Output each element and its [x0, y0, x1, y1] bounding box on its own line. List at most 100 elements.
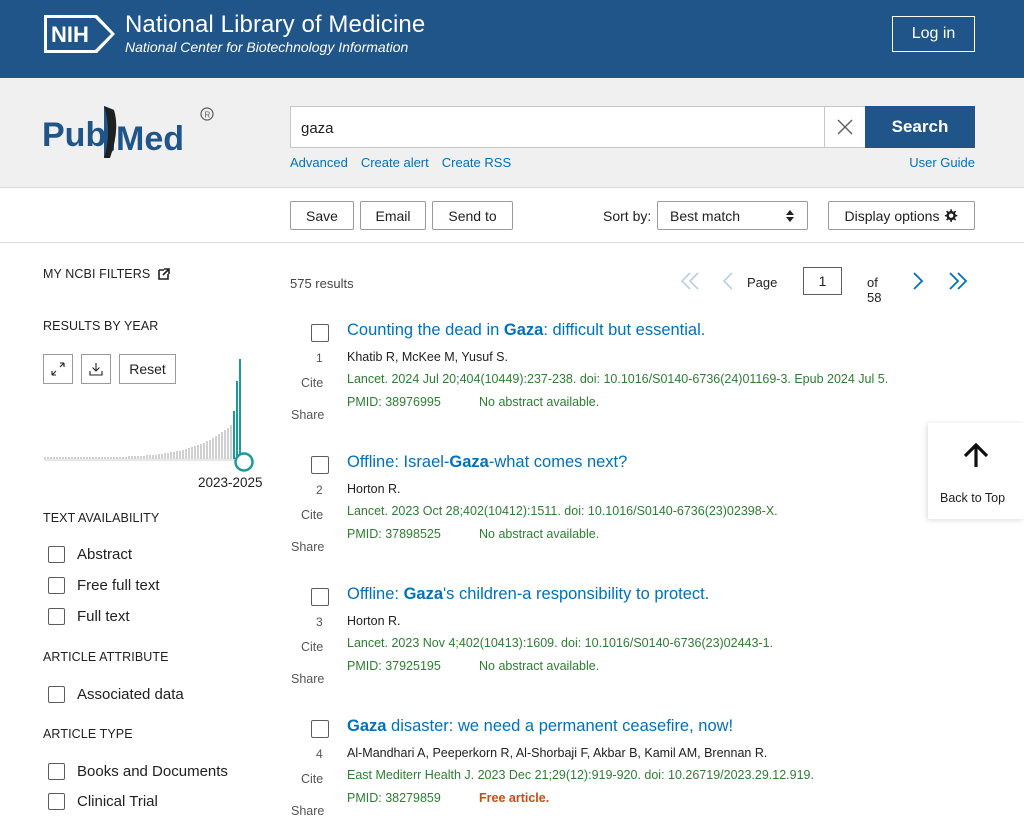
timeline-bar — [80, 457, 82, 459]
year-range-label: 2023-2025 — [198, 475, 263, 490]
display-options-button[interactable]: Display options — [828, 201, 975, 230]
timeline-bar — [137, 456, 139, 459]
filter-label: Clinical Trial — [77, 793, 158, 810]
timeline-bar — [167, 453, 169, 459]
year-timeline-chart[interactable] — [44, 355, 264, 473]
filter-books-and-documents[interactable]: Books and Documents — [48, 763, 228, 780]
timeline-bar — [182, 450, 184, 459]
timeline-bar — [101, 457, 103, 459]
nih-badge-icon: NIH — [43, 14, 117, 54]
timeline-bar — [218, 434, 220, 459]
pubmed-logo[interactable]: Pub Med R — [42, 100, 222, 164]
share-button[interactable]: Share — [291, 408, 324, 422]
filter-free-full-text[interactable]: Free full text — [48, 577, 160, 594]
timeline-bar — [128, 456, 130, 459]
svg-text:Med: Med — [116, 120, 184, 158]
timeline-bar — [53, 457, 55, 459]
result-title-link[interactable]: Offline: Israel-Gaza-what comes next? — [347, 453, 627, 472]
create-rss-link[interactable]: Create RSS — [442, 155, 511, 170]
result-checkbox[interactable] — [311, 720, 329, 738]
cite-button[interactable]: Cite — [301, 376, 323, 390]
external-link-icon — [158, 268, 171, 280]
user-guide-link[interactable]: User Guide — [909, 155, 975, 170]
timeline-bar — [230, 425, 232, 459]
result-item: 3 Cite Share Offline: Gaza's children-a … — [290, 585, 980, 708]
timeline-bar — [92, 457, 94, 459]
checkbox[interactable] — [48, 763, 65, 780]
create-alert-link[interactable]: Create alert — [361, 155, 429, 170]
results-count: 575 results — [290, 276, 354, 291]
timeline-bar — [71, 457, 73, 459]
save-button[interactable]: Save — [290, 201, 354, 230]
timeline-bar — [188, 448, 190, 459]
timeline-bar — [170, 452, 172, 459]
filter-clinical-trial[interactable]: Clinical Trial — [48, 793, 158, 810]
filter-abstract[interactable]: Abstract — [48, 546, 132, 563]
result-authors: Horton R. — [347, 482, 401, 496]
action-bar: Save Email Send to Sort by: Best match D… — [0, 189, 1024, 243]
email-button[interactable]: Email — [360, 201, 426, 230]
result-citation: Lancet. 2023 Nov 4;402(10413):1609. doi:… — [347, 636, 774, 650]
share-button[interactable]: Share — [291, 804, 324, 818]
next-page-icon[interactable] — [912, 272, 924, 290]
login-button[interactable]: Log in — [892, 16, 975, 52]
timeline-bar — [113, 457, 115, 459]
share-button[interactable]: Share — [291, 540, 324, 554]
page-number-input[interactable]: 1 — [803, 267, 842, 295]
clear-search-button[interactable] — [824, 107, 865, 147]
article-attribute-heading: ARTICLE ATTRIBUTE — [43, 650, 169, 664]
filter-label: Books and Documents — [77, 763, 228, 780]
advanced-link[interactable]: Advanced — [290, 155, 348, 170]
last-page-icon[interactable] — [948, 272, 968, 290]
cite-button[interactable]: Cite — [301, 772, 323, 786]
timeline-bar — [152, 455, 154, 459]
result-checkbox[interactable] — [311, 588, 329, 606]
cite-button[interactable]: Cite — [301, 508, 323, 522]
checkbox[interactable] — [48, 546, 65, 563]
filter-associated-data[interactable]: Associated data — [48, 686, 184, 703]
previous-page-icon[interactable] — [722, 272, 734, 290]
timeline-bar — [65, 457, 67, 459]
result-title-link[interactable]: Offline: Gaza's children-a responsibilit… — [347, 585, 709, 604]
checkbox[interactable] — [48, 686, 65, 703]
result-checkbox[interactable] — [311, 324, 329, 342]
cite-button[interactable]: Cite — [301, 640, 323, 654]
nih-header: NIH National Library of Medicine Nationa… — [0, 0, 1024, 78]
search-input[interactable] — [301, 117, 801, 139]
checkbox[interactable] — [48, 577, 65, 594]
timeline-bar — [215, 436, 217, 459]
result-pmid: PMID: 38279859 — [347, 791, 441, 805]
checkbox[interactable] — [48, 793, 65, 810]
result-checkbox[interactable] — [311, 456, 329, 474]
timeline-bar — [143, 456, 145, 459]
svg-text:Pub: Pub — [42, 116, 106, 154]
timeline-bar — [125, 457, 127, 459]
checkbox[interactable] — [48, 608, 65, 625]
my-ncbi-filters-link[interactable]: MY NCBI FILTERS — [43, 267, 171, 281]
timeline-bar — [68, 457, 70, 459]
search-links: Advanced Create alert Create RSS — [290, 155, 511, 170]
result-title-link[interactable]: Counting the dead in Gaza: difficult but… — [347, 321, 705, 340]
back-to-top-button[interactable]: Back to Top — [928, 423, 1024, 519]
first-page-icon[interactable] — [680, 272, 700, 290]
timeline-bar — [221, 432, 223, 459]
timeline-bar — [194, 446, 196, 459]
nih-logo[interactable]: NIH National Library of Medicine Nationa… — [43, 12, 425, 55]
result-pmid: PMID: 38976995 — [347, 395, 441, 409]
timeline-bar — [134, 456, 136, 459]
filters-sidebar: MY NCBI FILTERS RESULTS BY YEAR Reset 20… — [0, 243, 280, 824]
timeline-bar — [62, 457, 64, 459]
filter-full-text[interactable]: Full text — [48, 608, 130, 625]
share-button[interactable]: Share — [291, 672, 324, 686]
page-total: of 58 — [867, 275, 882, 305]
sort-select[interactable]: Best match — [657, 201, 808, 230]
timeline-bar — [179, 451, 181, 459]
nih-title: National Library of Medicine — [125, 11, 426, 38]
result-number: 3 — [316, 615, 323, 629]
result-title-link[interactable]: Gaza disaster: we need a permanent cease… — [347, 717, 733, 736]
search-button[interactable]: Search — [865, 106, 975, 148]
send-to-button[interactable]: Send to — [432, 201, 513, 230]
filter-label: Full text — [77, 608, 130, 625]
timeline-bar — [44, 457, 46, 459]
filter-label: Free full text — [77, 577, 160, 594]
